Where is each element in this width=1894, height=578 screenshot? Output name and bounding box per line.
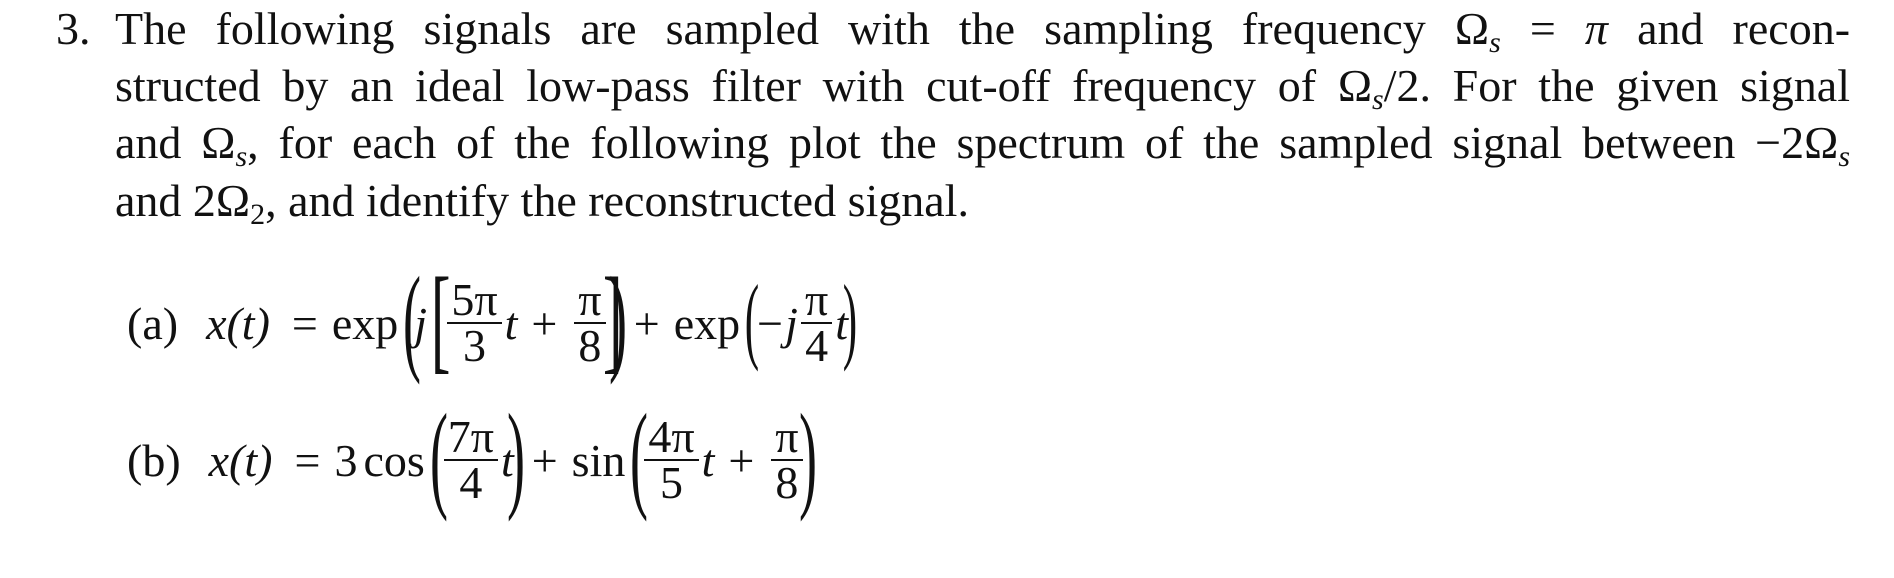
plus-sign: + xyxy=(728,434,755,486)
time-variable: t xyxy=(504,297,518,349)
fraction-pi-over-4: π4 xyxy=(800,277,833,369)
fraction-5pi-over-3: 5π 3 xyxy=(447,277,502,369)
cos-function: cos xyxy=(363,434,425,486)
problem-text-line-1: The following signals are sampled with t… xyxy=(115,3,1851,59)
lhs: x(t) xyxy=(208,434,273,486)
equals-sign: = xyxy=(291,297,318,349)
text-segment: and 2 xyxy=(115,175,216,226)
coefficient: 3 xyxy=(334,434,358,486)
time-variable: t xyxy=(701,434,715,486)
right-paren: ) xyxy=(842,265,858,372)
equation-b: (b) x(t) = 3 cos ( 7π 4 t ) + sin ( 4π 5 t… xyxy=(127,389,817,530)
exp-function: exp xyxy=(673,297,741,349)
problem-text-line-3: and Ωs, for each of the following plot t… xyxy=(115,117,1850,173)
part-label-a: (a) xyxy=(127,297,179,349)
part-label-b: (b) xyxy=(127,434,181,486)
fraction-pi-over-8: π8 xyxy=(771,414,803,506)
problem-number: 3. xyxy=(56,3,91,54)
omega-s-symbol: Ωs, for each of the following plot the s… xyxy=(201,117,1850,173)
problem-text-line-4: and 2Ω2, and identify the reconstructed … xyxy=(115,175,1850,231)
omega-s-symbol: Ωs xyxy=(1454,3,1501,59)
equation-a: (a) x(t) = exp ( j [ 5π 3 t + π8 ] ) + ex… xyxy=(127,252,857,393)
fraction-pi-over-8: π8 xyxy=(574,277,606,369)
equals-sign: = xyxy=(294,434,321,486)
left-paren: ( xyxy=(429,389,448,522)
plus-sign: + xyxy=(531,297,558,349)
fraction-4pi-over-5: 4π 5 xyxy=(644,414,699,506)
problem-page: 3. The following signals are sampled wit… xyxy=(0,0,1894,578)
lhs: x(t) xyxy=(206,297,270,349)
text-segment: , and identify the reconstructed signal. xyxy=(265,175,969,226)
omega-2-symbol: Ω2 xyxy=(215,175,266,231)
right-paren: ) xyxy=(798,389,817,522)
exp-function: exp xyxy=(331,297,399,349)
left-paren: ( xyxy=(403,252,422,385)
pi-symbol: π xyxy=(1584,3,1608,54)
left-paren: ( xyxy=(744,265,760,372)
plus-sign: + xyxy=(633,297,660,349)
right-paren: ) xyxy=(608,252,627,385)
text-segment: The following signals are sampled with t… xyxy=(115,3,1426,54)
sin-function: sin xyxy=(571,434,626,486)
problem-text-line-2: structed by an ideal low-pass filter wit… xyxy=(115,60,1850,116)
omega-s-ratio: Ωs/2. For the given signal xyxy=(1337,60,1850,116)
text-segment: structed by an ideal low-pass filter wit… xyxy=(115,60,1317,111)
text-segment: and recon- xyxy=(1637,3,1851,54)
right-paren: ) xyxy=(506,389,525,522)
left-bracket: [ xyxy=(430,253,451,384)
fraction-7pi-over-4: 7π 4 xyxy=(443,414,498,506)
plus-sign: + xyxy=(531,434,558,486)
equals-sign: = xyxy=(1529,3,1556,54)
text-segment: and xyxy=(115,117,182,168)
left-paren: ( xyxy=(630,389,649,522)
negative-j: −j xyxy=(754,297,798,349)
